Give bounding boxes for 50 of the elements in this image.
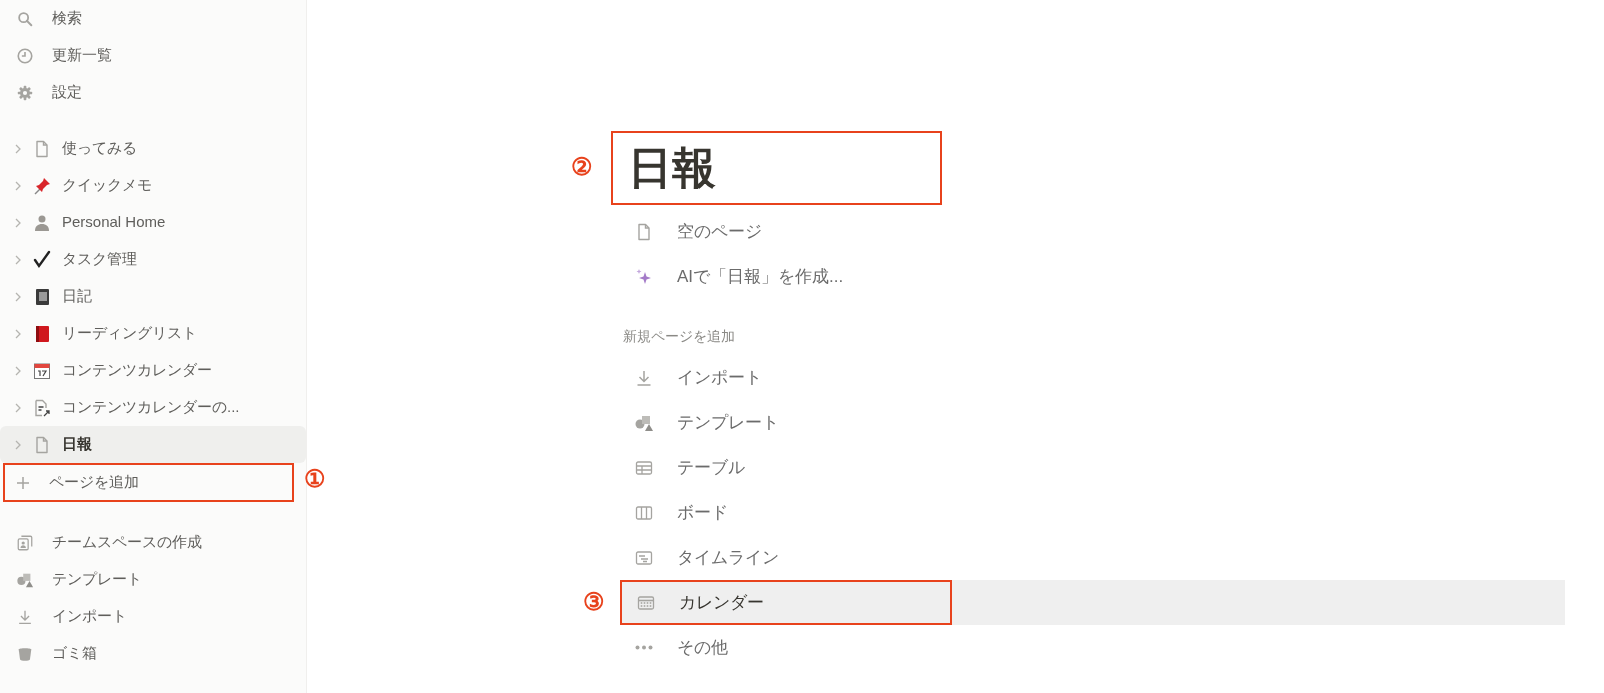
sidebar-item[interactable]: ゴミ箱 [0, 635, 306, 672]
chevron-icon[interactable] [14, 364, 22, 377]
sidebar-item[interactable]: チームスペースの作成 [0, 524, 306, 561]
chevron-icon[interactable] [14, 179, 22, 192]
check-icon [32, 249, 52, 270]
page-item[interactable]: コンテンツカレンダーの... [0, 389, 306, 426]
annotation-number: ③ [583, 588, 605, 615]
chevron-icon[interactable] [14, 253, 22, 266]
menu-item[interactable]: テンプレート [620, 400, 1565, 445]
page-item[interactable]: Personal Home [0, 204, 306, 241]
annotation-number: ① [304, 465, 326, 492]
chevron-icon[interactable] [14, 327, 22, 340]
section-header: 新規ページを追加 [623, 327, 736, 346]
page-item[interactable]: 使ってみる [0, 130, 306, 167]
chevron-icon[interactable] [14, 290, 22, 303]
page-item[interactable]: 日記 [0, 278, 306, 315]
pushpin-icon [32, 175, 52, 196]
sidebar-item[interactable]: 更新一覧 [0, 37, 306, 74]
page-item[interactable]: コンテンツカレンダー [0, 352, 306, 389]
menu-item[interactable]: カレンダー [620, 580, 1565, 625]
settings-icon [16, 83, 34, 102]
search-icon [16, 9, 34, 28]
plus-icon [15, 474, 31, 491]
add-page-button[interactable]: ページを追加 [3, 463, 294, 502]
page-item[interactable]: クイックメモ [0, 167, 306, 204]
menu-item[interactable]: ボード [620, 490, 1565, 535]
page-item[interactable]: タスク管理 [0, 241, 306, 278]
linked-page-icon [32, 397, 52, 418]
sidebar-item[interactable]: テンプレート [0, 561, 306, 598]
page-item[interactable]: 日報 [0, 426, 306, 463]
menu-item[interactable]: インポート [620, 355, 1565, 400]
sidebar-item[interactable]: 検索 [0, 0, 306, 37]
menu-item[interactable]: タイムライン [620, 535, 1565, 580]
more-icon [634, 645, 654, 650]
chevron-icon[interactable] [14, 438, 22, 451]
menu-item[interactable]: AIで「日報」を作成... [620, 254, 1565, 299]
menu-item[interactable]: テーブル [620, 445, 1565, 490]
sidebar-item[interactable]: インポート [0, 598, 306, 635]
chevron-icon[interactable] [14, 401, 22, 414]
chevron-icon[interactable] [14, 216, 22, 229]
calendar-icon [32, 360, 52, 381]
menu-item[interactable]: その他 [620, 625, 1565, 670]
menu-item[interactable]: 空のページ [620, 209, 1565, 254]
page-item[interactable]: リーディングリスト [0, 315, 306, 352]
page-title[interactable]: 日報 [628, 146, 716, 190]
team-space-icon [16, 533, 34, 552]
annotation-number: ② [571, 153, 593, 180]
sidebar-item[interactable]: 設定 [0, 74, 306, 111]
chevron-icon[interactable] [14, 142, 22, 155]
clock-icon [16, 46, 34, 65]
